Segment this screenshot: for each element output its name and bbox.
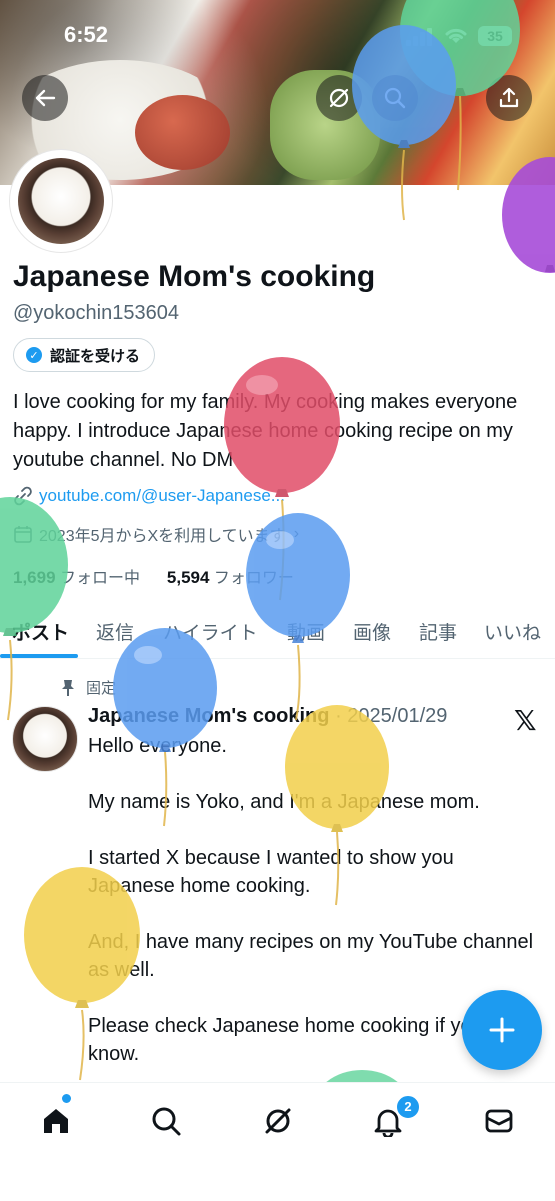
profile-link[interactable]: youtube.com/@user-Japanese... (13, 486, 285, 506)
wifi-icon (445, 28, 467, 43)
search-icon (384, 87, 406, 109)
back-button[interactable] (22, 75, 68, 121)
pin-icon (62, 679, 74, 696)
home-icon (44, 1109, 68, 1133)
profile-joined-text: 2023年5月からXを利用しています (39, 528, 286, 545)
pinned-label: 固定 (86, 680, 117, 697)
tab-replies[interactable]: 返信 (96, 618, 134, 645)
get-verified-label: 認証を受ける (50, 347, 141, 365)
profile-handle: @yokochin153604 (13, 302, 179, 324)
get-verified-button[interactable]: ✓ 認証を受ける (13, 338, 156, 372)
chevron-right-icon: › (293, 525, 300, 542)
profile-joined: 2023年5月からXを利用しています › (13, 522, 299, 546)
nav-home[interactable] (36, 1103, 76, 1139)
active-tab-indicator (0, 654, 78, 658)
tab-likes[interactable]: いいね (484, 618, 541, 645)
cellular-signal-icon (406, 28, 432, 46)
profile-follow-stats: 1,699 フォロー中 5,594 フォロワー (13, 564, 294, 588)
search-button[interactable] (372, 75, 418, 121)
plus-icon (489, 1017, 515, 1043)
battery-indicator: 35 (478, 26, 512, 46)
compose-button[interactable] (462, 990, 542, 1070)
profile-display-name: Japanese Mom's cooking (13, 260, 376, 293)
tab-posts[interactable]: ポスト (12, 618, 69, 645)
followers-count: 5,594 (166, 568, 210, 587)
profile-tabs: ポスト 返信 ハイライト 動画 画像 記事 いいね (0, 612, 555, 659)
tab-videos[interactable]: 動画 (287, 618, 325, 645)
pinned-indicator: 固定 (60, 677, 116, 698)
link-icon (14, 486, 32, 506)
profile-bio: I love cooking for my family. My cooking… (13, 391, 518, 471)
nav-search[interactable] (146, 1103, 186, 1139)
nav-grok[interactable] (258, 1103, 298, 1139)
bottom-navigation (0, 1082, 555, 1201)
status-bar: 6:52 35 (0, 22, 555, 52)
followers-label: フォロワー (213, 570, 294, 587)
followers-link[interactable]: 5,594 フォロワー (166, 568, 294, 587)
slash-circle-icon (329, 88, 349, 108)
calendar-icon (14, 526, 32, 543)
verified-check-icon: ✓ (26, 347, 42, 363)
share-button[interactable] (486, 75, 532, 121)
post-author-avatar[interactable] (12, 706, 78, 772)
profile-link-text: youtube.com/@user-Japanese... (39, 486, 285, 505)
post-header: Japanese Mom's cooking · 2025/01/29 (88, 705, 447, 728)
grok-button[interactable] (316, 75, 362, 121)
tab-highlights[interactable]: ハイライト (163, 618, 258, 645)
profile-avatar[interactable] (10, 150, 112, 252)
tab-media[interactable]: 画像 (353, 618, 391, 645)
home-new-indicator (62, 1094, 71, 1103)
share-icon (499, 87, 519, 108)
notifications-badge: 2 (395, 1094, 421, 1120)
tab-articles[interactable]: 記事 (419, 618, 457, 645)
post-author-name[interactable]: Japanese Mom's cooking (88, 705, 330, 727)
arrow-left-icon (35, 89, 56, 107)
mail-icon (485, 1109, 513, 1133)
status-time: 6:52 (64, 22, 109, 47)
following-count: 1,699 (13, 568, 56, 587)
slash-circle-icon (265, 1108, 291, 1134)
search-icon (152, 1107, 181, 1136)
following-link[interactable]: 1,699 フォロー中 (13, 568, 141, 587)
following-label: フォロー中 (60, 570, 141, 587)
post-date: · 2025/01/29 (335, 705, 448, 727)
nav-messages[interactable] (479, 1103, 519, 1139)
